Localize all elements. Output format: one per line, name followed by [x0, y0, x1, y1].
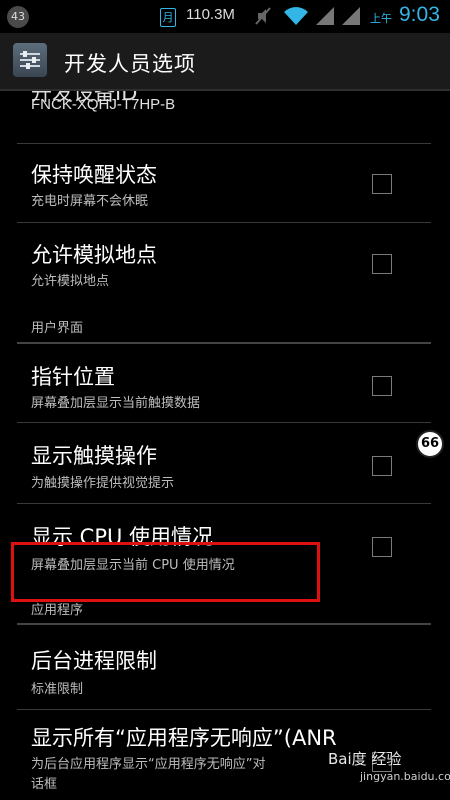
pointer-location-checkbox[interactable]	[372, 376, 392, 396]
list-item-background-process-limit[interactable]: 后台进程限制 标准限制	[0, 625, 450, 709]
baidu-watermark-url: jingyan.baidu.com	[360, 770, 450, 783]
data-icon: 月	[160, 8, 176, 27]
action-bar: 开发人员选项	[0, 33, 450, 89]
list-item-device-id[interactable]: 开发设备ID FNCK-XQHJ-T7HP-B	[0, 91, 450, 137]
list-item-show-touches[interactable]: 显示触摸操作 为触摸操作提供视觉提示	[0, 423, 450, 503]
item-subtitle-line2: 话框	[31, 777, 58, 792]
item-subtitle: FNCK-XQHJ-T7HP-B	[31, 96, 176, 113]
item-title: 显示触摸操作	[31, 444, 157, 468]
notification-badge-icon: 43	[7, 6, 29, 28]
item-title: 后台进程限制	[31, 649, 157, 673]
settings-icon[interactable]	[13, 43, 47, 77]
page-title: 开发人员选项	[64, 52, 196, 76]
item-subtitle: 允许模拟地点	[31, 274, 110, 289]
category-header-ui: 用户界面	[31, 321, 84, 336]
item-title: 显示所有“应用程序无响应”(ANR	[31, 726, 337, 750]
item-title: 保持唤醒状态	[31, 163, 157, 187]
item-subtitle: 为后台应用程序显示“应用程序无响应”对	[31, 757, 266, 772]
item-subtitle: 屏幕叠加层显示当前触摸数据	[31, 396, 201, 411]
mute-icon	[255, 7, 271, 25]
baidu-watermark: Bai度 经验	[328, 750, 402, 768]
stay-awake-checkbox[interactable]	[372, 174, 392, 194]
list-item-mock-location[interactable]: 允许模拟地点 允许模拟地点	[0, 223, 450, 301]
show-cpu-checkbox[interactable]	[372, 537, 392, 557]
signal-icon	[316, 7, 334, 25]
highlight-box	[11, 542, 320, 602]
list-item-stay-awake[interactable]: 保持唤醒状态 充电时屏幕不会休眠	[0, 144, 450, 222]
mock-location-checkbox[interactable]	[372, 254, 392, 274]
show-touches-checkbox[interactable]	[372, 456, 392, 476]
item-subtitle: 为触摸操作提供视觉提示	[31, 476, 175, 491]
item-title: 允许模拟地点	[31, 243, 157, 267]
floating-badge[interactable]: 66	[416, 430, 444, 458]
signal-icon	[342, 7, 360, 25]
clock: 9:03	[399, 3, 440, 26]
item-subtitle: 充电时屏幕不会休眠	[31, 194, 149, 209]
ampm-label: 上午	[370, 12, 392, 25]
item-title: 指针位置	[31, 365, 115, 389]
list-item-pointer-location[interactable]: 指针位置 屏幕叠加层显示当前触摸数据	[0, 344, 450, 422]
status-bar: 43 月 110.3M 上午 9:03	[0, 0, 450, 33]
memory-readout: 110.3M	[186, 6, 235, 23]
settings-list[interactable]: 开发设备ID FNCK-XQHJ-T7HP-B 保持唤醒状态 充电时屏幕不会休眠…	[0, 91, 450, 800]
item-subtitle: 标准限制	[31, 682, 84, 697]
wifi-icon	[284, 7, 308, 25]
